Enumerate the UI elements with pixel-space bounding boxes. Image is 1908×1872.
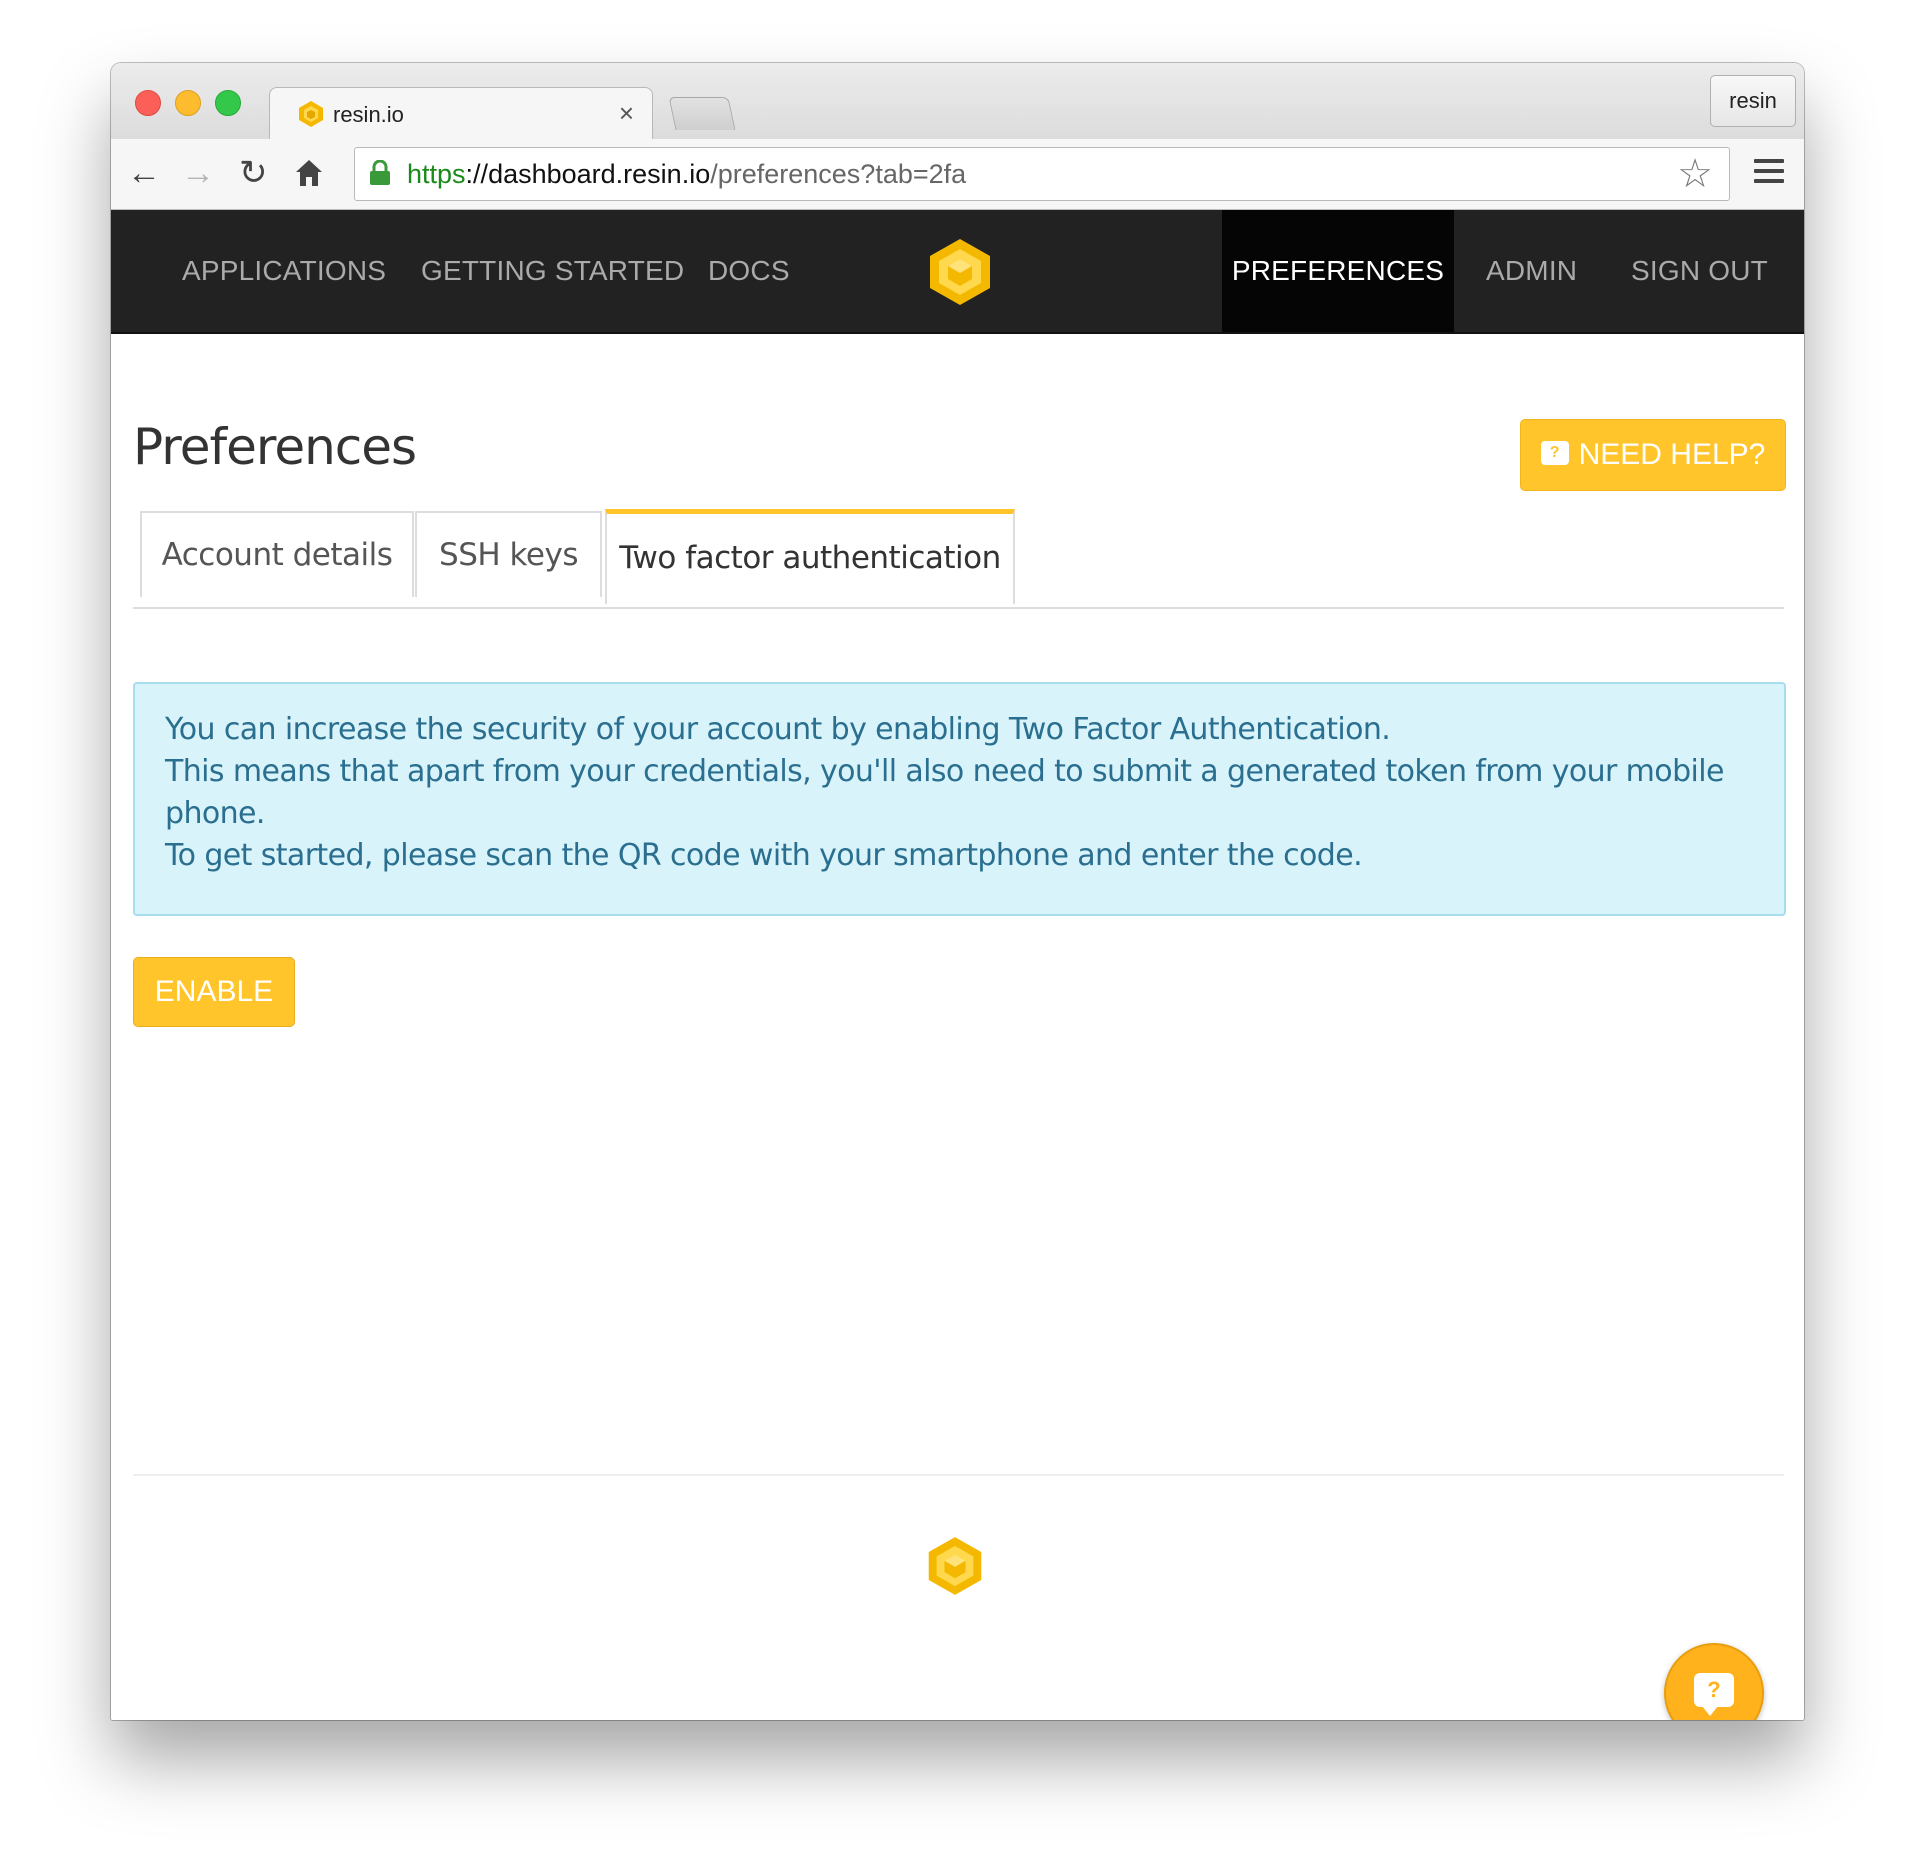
lock-icon (370, 160, 390, 185)
resin-favicon-icon (299, 101, 323, 127)
back-arrow-icon[interactable]: ← (127, 153, 161, 193)
profile-button[interactable]: resin (1710, 75, 1796, 127)
close-window-button[interactable] (135, 90, 161, 116)
nav-applications[interactable]: APPLICATIONS (182, 210, 386, 332)
footer-resin-logo-icon (928, 1537, 982, 1595)
home-icon[interactable] (294, 153, 324, 197)
star-icon[interactable]: ☆ (1677, 152, 1713, 196)
alert-line: You can increase the security of your ac… (165, 712, 1391, 747)
nav-docs[interactable]: DOCS (708, 210, 790, 332)
help-chat-icon: ? (1540, 441, 1569, 466)
forward-arrow-icon[interactable]: → (181, 153, 215, 193)
alert-line: phone. (165, 796, 265, 831)
floating-help-button[interactable]: ? (1664, 1643, 1764, 1720)
nav-admin[interactable]: ADMIN (1486, 210, 1577, 332)
resin-logo-icon[interactable] (928, 237, 992, 307)
browser-tab-title: resin.io (333, 102, 404, 127)
tab-account-details[interactable]: Account details (140, 511, 414, 597)
page-title: Preferences (133, 418, 417, 476)
browser-tab[interactable]: resin.io × (269, 87, 653, 142)
menu-icon[interactable] (1754, 159, 1784, 189)
address-bar[interactable]: https://dashboard.resin.io/preferences?t… (354, 147, 1730, 201)
alert-line: This means that apart from your credenti… (165, 754, 1724, 789)
preferences-tabs: Account details SSH keys Two factor auth… (133, 509, 1784, 609)
need-help-label: NEED HELP? (1578, 438, 1766, 471)
nav-getting-started[interactable]: GETTING STARTED (421, 210, 684, 332)
nav-sign-out[interactable]: SIGN OUT (1631, 210, 1768, 332)
tab-two-factor-authentication[interactable]: Two factor authentication (605, 509, 1015, 604)
alert-line: To get started, please scan the QR code … (165, 838, 1363, 873)
footer-divider (133, 1474, 1784, 1476)
nav-preferences[interactable]: PREFERENCES (1222, 210, 1454, 332)
tab-ssh-keys[interactable]: SSH keys (415, 511, 602, 597)
page-content: APPLICATIONS GETTING STARTED DOCS PREFER… (111, 210, 1804, 1720)
reload-icon[interactable]: ↻ (239, 153, 268, 193)
need-help-button[interactable]: ? NEED HELP? (1520, 419, 1786, 491)
url-text: https://dashboard.resin.io/preferences?t… (407, 159, 967, 189)
zoom-window-button[interactable] (215, 90, 241, 116)
info-alert: You can increase the security of your ac… (133, 682, 1786, 916)
tab-strip: resin.io × resin (111, 63, 1804, 142)
tab-close-icon[interactable]: × (619, 98, 634, 129)
enable-button[interactable]: ENABLE (133, 957, 295, 1027)
help-chat-icon: ? (1694, 1673, 1734, 1716)
browser-window: resin.io × resin ← → ↻ https://dashboard… (111, 63, 1804, 1720)
browser-toolbar: ← → ↻ https://dashboard.resin.io/prefere… (111, 139, 1804, 210)
minimize-window-button[interactable] (175, 90, 201, 116)
top-navigation: APPLICATIONS GETTING STARTED DOCS PREFER… (111, 210, 1804, 334)
new-tab-button[interactable] (668, 97, 736, 130)
